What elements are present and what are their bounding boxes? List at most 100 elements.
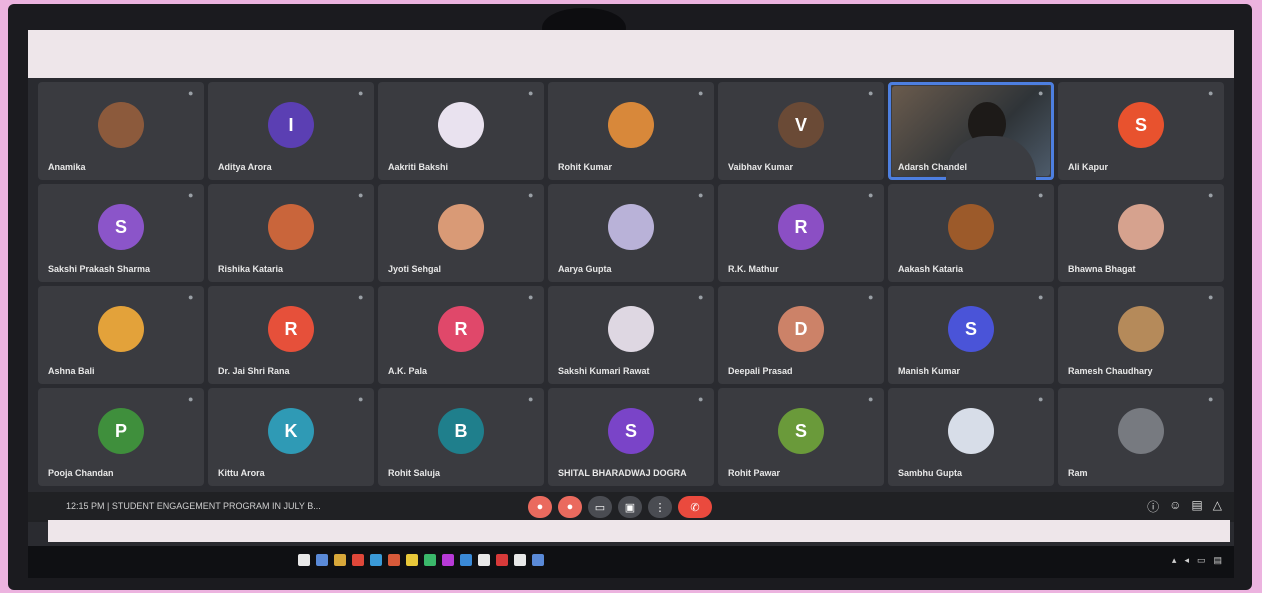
participant-tile[interactable]: ● Anamika	[38, 82, 204, 180]
info-icon[interactable]: ⓘ	[1147, 498, 1159, 515]
participant-tile[interactable]: R ● R.K. Mathur	[718, 184, 884, 282]
participant-name: Rohit Kumar	[558, 162, 612, 172]
participant-tile[interactable]: S ● Sakshi Prakash Sharma	[38, 184, 204, 282]
taskbar-app-icon[interactable]	[496, 554, 508, 566]
avatar: D	[778, 306, 824, 353]
participant-name: Aakash Kataria	[898, 264, 964, 274]
taskbar-app-icon[interactable]	[298, 554, 310, 566]
mic-muted-icon: ●	[868, 292, 874, 302]
side-controls: ⓘ ☺ ▤ △	[1147, 498, 1222, 515]
mic-muted-icon: ●	[698, 190, 704, 200]
camera-off-icon[interactable]: ●	[558, 496, 582, 518]
participant-tile[interactable]: ● Rohit Kumar	[548, 82, 714, 180]
browser-bar	[28, 30, 1234, 78]
participant-tile[interactable]: P ● Pooja Chandan	[38, 388, 204, 486]
participant-tile[interactable]: ● Rishika Kataria	[208, 184, 374, 282]
mic-muted-icon: ●	[188, 88, 194, 98]
avatar: R	[268, 306, 314, 353]
avatar	[438, 204, 484, 251]
participant-name: Rohit Pawar	[728, 468, 781, 478]
participant-name: Kittu Arora	[218, 468, 265, 478]
participant-name: SHITAL BHARADWAJ DOGRA	[558, 468, 687, 478]
present-icon[interactable]: ▣	[618, 496, 642, 518]
mic-off-icon[interactable]: ●	[528, 496, 552, 518]
participant-name: Anamika	[48, 162, 86, 172]
avatar: S	[1118, 102, 1164, 149]
avatar: R	[438, 306, 484, 353]
screen: ● Anamika I ● Aditya Arora ● Aakriti Bakshi ● Ro…	[28, 30, 1234, 578]
participant-tile[interactable]: S ● Ali Kapur	[1058, 82, 1224, 180]
chat-icon[interactable]: ▤	[1191, 498, 1202, 515]
mic-muted-icon: ●	[1038, 88, 1044, 98]
participant-tile[interactable]: K ● Kittu Arora	[208, 388, 374, 486]
taskbar-app-icon[interactable]	[316, 554, 328, 566]
participant-name: R.K. Mathur	[728, 264, 779, 274]
taskbar-app-icon[interactable]	[388, 554, 400, 566]
participant-tile[interactable]: D ● Deepali Prasad	[718, 286, 884, 384]
participant-name: Deepali Prasad	[728, 366, 793, 376]
avatar	[608, 102, 654, 149]
mic-muted-icon: ●	[868, 88, 874, 98]
taskbar-app-icon[interactable]	[514, 554, 526, 566]
participant-tile[interactable]: ● Ramesh Chaudhary	[1058, 286, 1224, 384]
participant-name: Pooja Chandan	[48, 468, 114, 478]
people-icon[interactable]: ☺	[1169, 498, 1181, 515]
participant-name: Rishika Kataria	[218, 264, 284, 274]
participant-name: Sambhu Gupta	[898, 468, 963, 478]
taskbar-app-icon[interactable]	[442, 554, 454, 566]
mic-muted-icon: ●	[698, 394, 704, 404]
participant-tile[interactable]: S ● SHITAL BHARADWAJ DOGRA	[548, 388, 714, 486]
participant-name: Ramesh Chaudhary	[1068, 366, 1153, 376]
more-icon[interactable]: ⋮	[648, 496, 672, 518]
participant-tile[interactable]: ● Adarsh Chandel	[888, 82, 1054, 180]
mic-muted-icon: ●	[188, 292, 194, 302]
taskbar-app-icon[interactable]	[460, 554, 472, 566]
mic-muted-icon: ●	[868, 190, 874, 200]
participant-tile[interactable]: B ● Rohit Saluja	[378, 388, 544, 486]
taskbar: ▴ ◂ ▭ ▤	[28, 546, 1234, 578]
participant-name: Jyoti Sehgal	[388, 264, 442, 274]
participant-tile[interactable]: ● Aakriti Bakshi	[378, 82, 544, 180]
participant-tile[interactable]: ● Sakshi Kumari Rawat	[548, 286, 714, 384]
taskbar-app-icon[interactable]	[424, 554, 436, 566]
participant-tile[interactable]: R ● Dr. Jai Shri Rana	[208, 286, 374, 384]
avatar	[268, 204, 314, 251]
avatar: P	[98, 408, 144, 455]
participant-tile[interactable]: ● Ram	[1058, 388, 1224, 486]
participant-tile[interactable]: ● Bhawna Bhagat	[1058, 184, 1224, 282]
avatar: S	[98, 204, 144, 251]
participant-tile[interactable]: ● Ashna Bali	[38, 286, 204, 384]
mic-muted-icon: ●	[868, 394, 874, 404]
battery-icon[interactable]: ▭	[1197, 555, 1206, 566]
participant-tile[interactable]: I ● Aditya Arora	[208, 82, 374, 180]
participant-grid: ● Anamika I ● Aditya Arora ● Aakriti Bakshi ● Ro…	[38, 82, 1224, 486]
browser-bottom-strip	[48, 520, 1230, 542]
participant-tile[interactable]: ● Sambhu Gupta	[888, 388, 1054, 486]
participant-tile[interactable]: ● Jyoti Sehgal	[378, 184, 544, 282]
notification-icon[interactable]: ▤	[1213, 555, 1222, 566]
taskbar-app-icon[interactable]	[352, 554, 364, 566]
participant-tile[interactable]: S ● Rohit Pawar	[718, 388, 884, 486]
captions-icon[interactable]: ▭	[588, 496, 612, 518]
taskbar-app-icon[interactable]	[370, 554, 382, 566]
avatar: B	[438, 408, 484, 455]
taskbar-app-icon[interactable]	[406, 554, 418, 566]
participant-tile[interactable]: S ● Manish Kumar	[888, 286, 1054, 384]
taskbar-app-icon[interactable]	[478, 554, 490, 566]
leave-call-icon[interactable]: ✆	[678, 496, 712, 518]
avatar	[98, 306, 144, 353]
activities-icon[interactable]: △	[1213, 498, 1222, 515]
participant-tile[interactable]: R ● A.K. Pala	[378, 286, 544, 384]
system-tray: ▴ ◂ ▭ ▤	[1172, 555, 1222, 566]
taskbar-app-icon[interactable]	[532, 554, 544, 566]
participant-name: A.K. Pala	[388, 366, 428, 376]
mic-muted-icon: ●	[358, 394, 364, 404]
volume-icon[interactable]: ◂	[1184, 555, 1189, 566]
taskbar-app-icon[interactable]	[334, 554, 346, 566]
wifi-icon[interactable]: ▴	[1172, 555, 1177, 566]
participant-tile[interactable]: ● Aarya Gupta	[548, 184, 714, 282]
participant-tile[interactable]: ● Aakash Kataria	[888, 184, 1054, 282]
mic-muted-icon: ●	[358, 88, 364, 98]
participant-name: Ram	[1068, 468, 1088, 478]
participant-tile[interactable]: V ● Vaibhav Kumar	[718, 82, 884, 180]
